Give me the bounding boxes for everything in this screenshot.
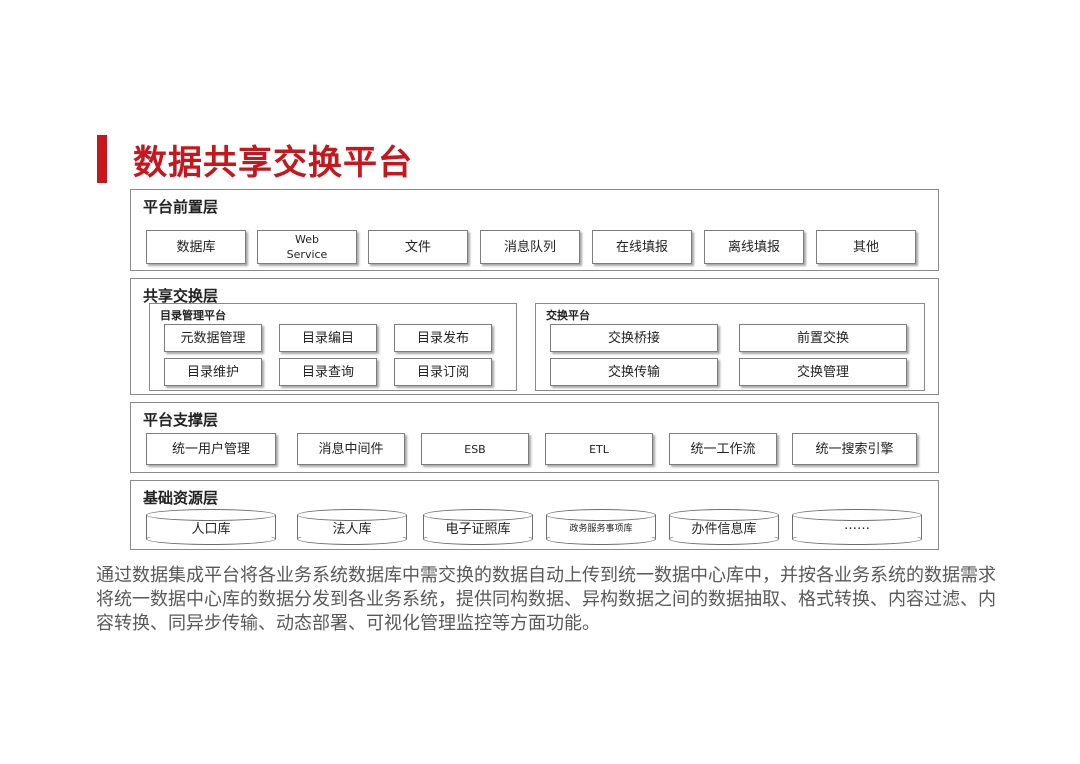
base-item-population-db: 人口库 (146, 509, 276, 545)
description-text: 通过数据集成平台将各业务系统数据库中需交换的数据自动上传到统一数据中心库中，并按… (96, 565, 996, 634)
base-item-legal-person-label: 法人库 (332, 522, 372, 537)
support-item-workflow: 统一工作流 (669, 433, 777, 465)
layer-base-title: 基础资源层 (143, 489, 219, 507)
layer-support: 平台支撑层 统一用户管理 消息中间件 ESB ETL 统一工作流 统一搜索引擎 (130, 402, 939, 473)
layer-share: 共享交换层 目录管理平台 元数据管理 目录编目 目录发布 目录维护 目录查询 目… (130, 278, 939, 395)
exchange-platform: 交换平台 交换桥接 前置交换 交换传输 交换管理 (535, 303, 925, 391)
front-item-service-label: Service (286, 248, 328, 261)
base-item-case-info-label: 办件信息库 (691, 522, 757, 537)
catalog-platform: 目录管理平台 元数据管理 目录编目 目录发布 目录维护 目录查询 目录订阅 (149, 303, 517, 391)
catalog-platform-title: 目录管理平台 (160, 309, 226, 322)
front-item-other: 其他 (816, 230, 916, 264)
support-item-esb: ESB (421, 433, 529, 465)
page-header: 数据共享交换平台 (97, 134, 413, 184)
base-item-service-matters-db: 政务服务事项库 (546, 509, 656, 545)
support-item-etl: ETL (545, 433, 653, 465)
base-item-service-matters-label: 政务服务事项库 (569, 524, 633, 534)
support-item-search-engine: 统一搜索引擎 (792, 433, 917, 465)
base-item-more-db: …… (792, 509, 922, 545)
front-item-database: 数据库 (146, 230, 246, 264)
base-item-case-info-db: 办件信息库 (669, 509, 779, 545)
layer-base: 基础资源层 人口库 法人库 电子证照库 政务服务事项库 办件信息库 …… (130, 480, 939, 550)
catalog-item-subscribe: 目录订阅 (394, 358, 492, 386)
exchange-platform-title: 交换平台 (546, 309, 590, 322)
catalog-item-metadata: 元数据管理 (164, 324, 262, 352)
front-item-message-queue: 消息队列 (480, 230, 580, 264)
front-item-web-service: Web Service (257, 230, 357, 264)
front-item-web-label: Web (295, 233, 319, 246)
page-title: 数据共享交换平台 (133, 142, 413, 183)
front-item-file: 文件 (368, 230, 468, 264)
layer-support-title: 平台支撑层 (143, 411, 219, 429)
base-item-legal-person-db: 法人库 (297, 509, 407, 545)
layer-front: 平台前置层 数据库 Web Service 文件 消息队列 在线填报 离线填报 … (130, 189, 939, 271)
support-item-user-mgmt: 统一用户管理 (146, 433, 276, 465)
catalog-item-query: 目录查询 (279, 358, 377, 386)
catalog-item-publish: 目录发布 (394, 324, 492, 352)
base-item-license-label: 电子证照库 (445, 522, 511, 537)
catalog-item-cataloging: 目录编目 (279, 324, 377, 352)
support-item-middleware: 消息中间件 (297, 433, 405, 465)
base-item-more-label: …… (844, 518, 870, 533)
title-accent-bar (97, 135, 107, 183)
exchange-item-manage: 交换管理 (739, 358, 907, 386)
base-item-population-label: 人口库 (191, 522, 231, 537)
front-item-online-fill: 在线填报 (592, 230, 692, 264)
exchange-item-bridge: 交换桥接 (550, 324, 718, 352)
front-item-offline-fill: 离线填报 (704, 230, 804, 264)
base-item-license-db: 电子证照库 (423, 509, 533, 545)
catalog-item-maintain: 目录维护 (164, 358, 262, 386)
exchange-item-transfer: 交换传输 (550, 358, 718, 386)
layer-front-title: 平台前置层 (143, 198, 219, 216)
exchange-item-front: 前置交换 (739, 324, 907, 352)
